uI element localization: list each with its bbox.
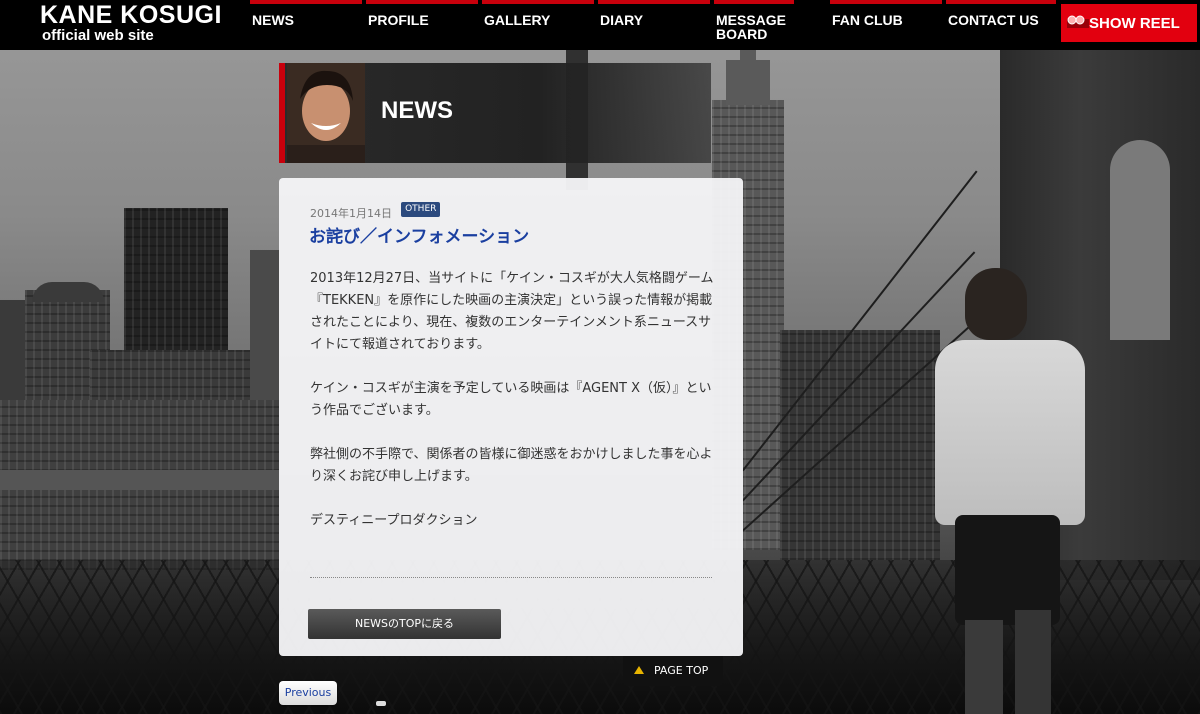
nav-message-board[interactable]: MESSAGE BOARD [714, 0, 794, 50]
nav-fan-club[interactable]: FAN CLUB [830, 0, 942, 50]
article-paragraph: 2013年12月27日、当サイトに「ケイン・コスギが大人気格闘ゲーム『TEKKE… [310, 271, 714, 352]
site-title: KANE KOSUGI [40, 1, 222, 29]
nav-diary[interactable]: DIARY [598, 0, 710, 50]
nav-contact-us[interactable]: CONTACT US [946, 0, 1056, 50]
article-signature: デスティニープロダクション [310, 513, 478, 528]
arrow-up-icon [634, 666, 644, 674]
pager-indicator [376, 701, 386, 706]
film-reel-icon [1067, 14, 1089, 36]
back-to-news-top-button[interactable]: NEWSのTOPに戻る [308, 609, 501, 639]
article-paragraph: 弊社側の不手際で、関係者の皆様に御迷惑をおかけしました事を心より深くお詫び申し上… [310, 447, 713, 484]
show-reel-label: SHOW REEL [1089, 15, 1180, 32]
article-body: 2013年12月27日、当サイトに「ケイン・コスギが大人気格闘ゲーム『TEKKE… [310, 268, 715, 554]
site-header: KANE KOSUGI official web site NEWS PROFI… [0, 0, 1200, 50]
nav-profile[interactable]: PROFILE [366, 0, 478, 50]
article-divider [310, 577, 712, 578]
article-paragraph: ケイン・コスギが主演を予定している映画は『AGENT X（仮）』という作品でござ… [310, 381, 712, 418]
nav-news[interactable]: NEWS [250, 0, 362, 50]
article-title: お詫び／インフォメーション [309, 227, 530, 247]
section-title: NEWS [381, 97, 453, 124]
article-meta: 2014年1月14日 OTHER [310, 202, 441, 220]
article-panel: 2014年1月14日 OTHER お詫び／インフォメーション 2013年12月2… [279, 178, 743, 656]
article-date: 2014年1月14日 [310, 207, 392, 220]
site-subtitle: official web site [42, 27, 154, 44]
page-top-button[interactable]: PAGE TOP [623, 656, 723, 686]
category-badge[interactable]: OTHER [401, 202, 441, 217]
site-logo[interactable]: KANE KOSUGI official web site [40, 2, 222, 44]
news-section-banner: NEWS [279, 63, 711, 163]
nav-gallery[interactable]: GALLERY [482, 0, 594, 50]
previous-button[interactable]: Previous [279, 681, 337, 705]
profile-portrait-image [287, 63, 365, 163]
show-reel-button[interactable]: SHOW REEL [1061, 4, 1197, 42]
page-top-label: PAGE TOP [654, 664, 709, 677]
